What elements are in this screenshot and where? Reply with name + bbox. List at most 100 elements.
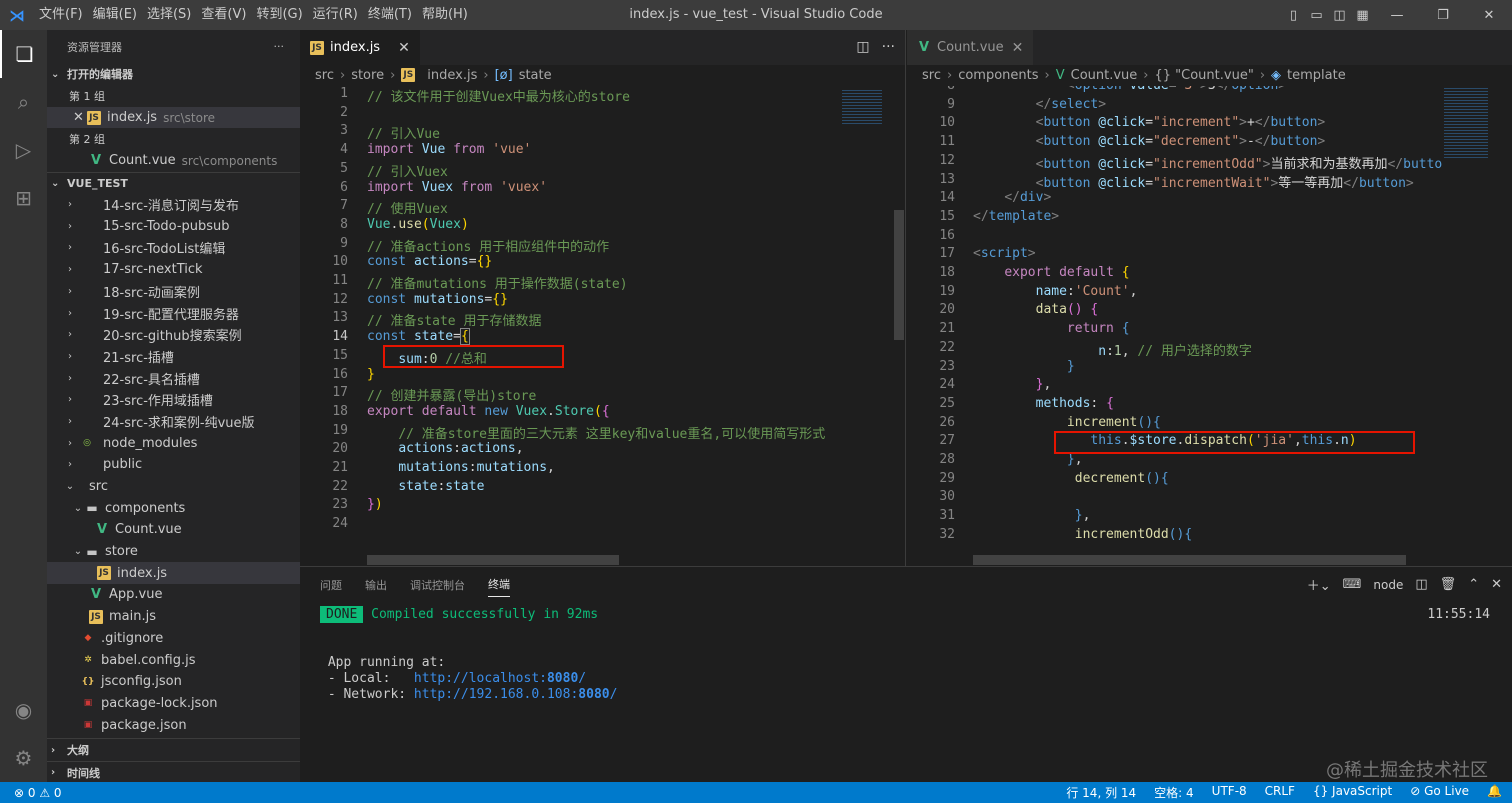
tree-folder[interactable]: › 21-src-插槽: [47, 346, 300, 368]
chevron-right-icon: ›: [68, 329, 72, 341]
crumb-components[interactable]: components: [958, 68, 1038, 83]
menu-help[interactable]: 帮助(H): [417, 0, 473, 30]
minimap[interactable]: [840, 86, 890, 566]
tree-folder[interactable]: › 14-src-消息订阅与发布: [47, 194, 300, 216]
close-tab-icon[interactable]: ✕: [398, 40, 410, 56]
project-section[interactable]: ⌄ VUE_TEST: [47, 171, 300, 194]
tree-folder-store[interactable]: ⌄ ▬ store: [47, 541, 300, 563]
explorer-icon[interactable]: ❏: [0, 30, 47, 78]
tree-file-index-js[interactable]: JS index.js: [47, 562, 300, 585]
more-actions-icon[interactable]: ···: [274, 40, 285, 53]
menu-edit[interactable]: 编辑(E): [88, 0, 142, 30]
close-window-button[interactable]: ✕: [1466, 8, 1512, 23]
account-icon[interactable]: ◉: [0, 686, 47, 734]
toggle-panel-icon[interactable]: ▭: [1305, 8, 1328, 23]
close-icon[interactable]: ✕: [73, 110, 87, 125]
trash-icon[interactable]: 🗑: [1440, 577, 1457, 592]
minimize-button[interactable]: —: [1374, 8, 1420, 23]
run-debug-icon[interactable]: ▷: [0, 126, 47, 174]
menu-selection[interactable]: 选择(S): [142, 0, 196, 30]
open-editors-section[interactable]: ⌄ 打开的编辑器: [47, 63, 300, 85]
tree-folder[interactable]: › 19-src-配置代理服务器: [47, 302, 300, 324]
layout-icon[interactable]: ▦: [1351, 8, 1374, 23]
settings-gear-icon[interactable]: ⚙: [0, 734, 47, 782]
menu-go[interactable]: 转到(G): [251, 0, 307, 30]
horizontal-scrollbar[interactable]: [367, 555, 619, 565]
tree-folder[interactable]: › public: [47, 454, 300, 476]
tree-folder-components[interactable]: ⌄ ▬ components: [47, 497, 300, 519]
crumb-src[interactable]: src: [922, 68, 941, 83]
tab-index-js[interactable]: JS index.js ✕: [300, 30, 420, 65]
split-terminal-icon[interactable]: ◫: [1415, 577, 1427, 592]
tree-folder[interactable]: › 20-src-github搜索案例: [47, 324, 300, 346]
crumb-symbol[interactable]: state: [519, 68, 552, 83]
toggle-secondary-icon[interactable]: ◫: [1328, 8, 1351, 23]
notification-bell-icon[interactable]: 🔔: [1487, 784, 1502, 801]
new-terminal-icon[interactable]: ＋⌄: [1307, 575, 1331, 594]
toggle-sidebar-icon[interactable]: ▯: [1282, 8, 1305, 23]
timeline-section[interactable]: › 时间线: [47, 761, 300, 783]
crumb-src[interactable]: src: [315, 68, 334, 83]
tree-folder-src[interactable]: ⌄ src: [47, 476, 300, 498]
minimap[interactable]: [1442, 86, 1497, 566]
close-panel-icon[interactable]: ✕: [1491, 577, 1502, 592]
tree-folder[interactable]: › ◎ node_modules: [47, 432, 300, 454]
more-actions-icon[interactable]: ···: [882, 39, 895, 55]
network-url[interactable]: http://192.168.0.108:8080/: [414, 687, 618, 702]
crumb-component[interactable]: {} "Count.vue": [1155, 68, 1254, 83]
tree-folder[interactable]: › 24-src-求和案例-纯vue版: [47, 411, 300, 433]
tab-terminal[interactable]: 终端: [488, 572, 510, 597]
menu-file[interactable]: 文件(F): [34, 0, 88, 30]
tab-count-vue[interactable]: V Count.vue ✕: [907, 30, 1034, 65]
code-area-index-js[interactable]: 1// 该文件用于创建Vuex中最为核心的store 2 3// 引入Vue 4…: [300, 86, 840, 566]
extensions-icon[interactable]: ⊞: [0, 174, 47, 222]
tree-folder[interactable]: › 22-src-具名插槽: [47, 367, 300, 389]
tree-folder[interactable]: › 16-src-TodoList编辑: [47, 237, 300, 259]
tab-problems[interactable]: 问题: [320, 577, 342, 593]
encoding[interactable]: UTF-8: [1212, 784, 1247, 801]
tree-file[interactable]: ✲ babel.config.js: [47, 649, 300, 671]
open-editor-count-vue[interactable]: V Count.vue src\components: [47, 150, 300, 172]
outline-section[interactable]: › 大纲: [47, 739, 300, 761]
local-url[interactable]: http://localhost:8080/: [414, 671, 586, 686]
tree-folder[interactable]: › 18-src-动画案例: [47, 281, 300, 303]
chevron-right-icon: ›: [68, 459, 72, 471]
indentation[interactable]: 空格: 4: [1154, 784, 1194, 801]
tree-folder[interactable]: › 17-src-nextTick: [47, 259, 300, 281]
line-ending[interactable]: CRLF: [1265, 784, 1295, 801]
crumb-file[interactable]: index.js: [427, 68, 477, 83]
terminal-output[interactable]: DONE Compiled successfully in 92ms App r…: [320, 606, 618, 703]
language-mode[interactable]: {} JavaScript: [1313, 784, 1392, 801]
open-editor-index-js[interactable]: ✕ JS index.js src\store: [47, 106, 300, 129]
tree-folder[interactable]: › 23-src-作用域插槽: [47, 389, 300, 411]
tree-file-main-js[interactable]: JS main.js: [47, 606, 300, 628]
menu-view[interactable]: 查看(V): [196, 0, 251, 30]
tree-folder[interactable]: › 15-src-Todo-pubsub: [47, 215, 300, 237]
menu-terminal[interactable]: 终端(T): [363, 0, 417, 30]
tab-debug-console[interactable]: 调试控制台: [410, 577, 465, 593]
tree-file[interactable]: ◆ .gitignore: [47, 628, 300, 650]
tree-file[interactable]: ▣ package-lock.json: [47, 693, 300, 715]
close-tab-icon[interactable]: ✕: [1012, 40, 1024, 56]
vertical-scrollbar[interactable]: [894, 210, 904, 340]
restore-button[interactable]: ❐: [1420, 8, 1466, 23]
search-icon[interactable]: ⌕: [0, 78, 47, 126]
split-editor-icon[interactable]: ◫: [856, 39, 869, 55]
tree-file[interactable]: {} jsconfig.json: [47, 671, 300, 693]
tab-output[interactable]: 输出: [365, 577, 387, 593]
tab-label: index.js: [330, 40, 381, 55]
crumb-file[interactable]: Count.vue: [1071, 68, 1138, 83]
code-area-count-vue[interactable]: 8 9 <option value="3">3</option> </selec…: [907, 86, 1442, 566]
problems-status[interactable]: ⊗ 0 ⚠ 0: [0, 786, 62, 800]
cursor-position[interactable]: 行 14, 列 14: [1066, 784, 1136, 801]
maximize-panel-icon[interactable]: ⌃: [1468, 577, 1479, 592]
horizontal-scrollbar[interactable]: [973, 555, 1406, 565]
shell-label[interactable]: node: [1373, 578, 1403, 592]
go-live-button[interactable]: ⊘ Go Live: [1410, 784, 1469, 801]
tree-file[interactable]: ▣ package.json: [47, 714, 300, 736]
crumb-template[interactable]: template: [1287, 68, 1346, 83]
tree-file-app-vue[interactable]: V App.vue: [47, 584, 300, 606]
tree-file-count-vue[interactable]: V Count.vue: [47, 519, 300, 541]
menu-run[interactable]: 运行(R): [308, 0, 363, 30]
crumb-store[interactable]: store: [351, 68, 384, 83]
